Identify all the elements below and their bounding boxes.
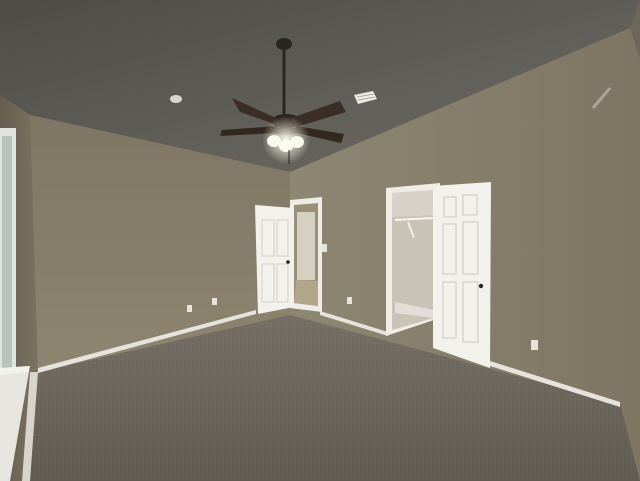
outlet-back-2 (212, 298, 217, 305)
hallway-door (255, 197, 322, 314)
outlet-right-1 (347, 297, 352, 304)
bedroom-photo (0, 0, 640, 481)
outlet-right-2 (531, 340, 538, 350)
smoke-detector (170, 95, 182, 103)
light-switch (322, 244, 327, 252)
bedroom-illustration (0, 0, 640, 481)
outlet-back-1 (187, 305, 192, 312)
